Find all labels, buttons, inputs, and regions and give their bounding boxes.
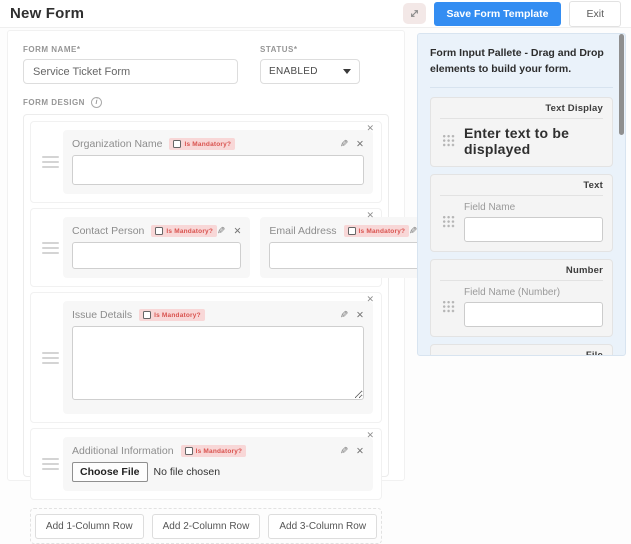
field-preview-input[interactable] (269, 242, 434, 269)
is-mandatory-checkbox[interactable]: Is Mandatory? (180, 445, 247, 457)
drag-handle-icon[interactable] (37, 241, 63, 254)
field-label: Additional Information (72, 445, 174, 457)
save-form-template-button[interactable]: Save Form Template (433, 1, 562, 26)
palette-preview-input[interactable] (464, 301, 603, 327)
add-row-container: Add 1-Column Row Add 2-Column Row Add 3-… (30, 508, 382, 544)
header-actions: Save Form Template Exit (402, 0, 621, 27)
exit-button[interactable]: Exit (569, 0, 621, 27)
design-row-organization-name: ✕ Organization Name Is Mandatory? ✎ ✕ (30, 121, 382, 203)
info-icon[interactable]: i (90, 97, 102, 108)
choose-file-button[interactable]: Choose File (72, 462, 148, 482)
chevron-down-icon (343, 69, 351, 74)
edit-field-icon[interactable]: ✎ (340, 139, 348, 150)
status-select[interactable]: ENABLED (260, 59, 360, 84)
field-block: Email Address Is Mandatory? ✎ ✕ (260, 217, 443, 278)
is-mandatory-checkbox[interactable]: Is Mandatory? (343, 225, 410, 237)
is-mandatory-checkbox[interactable]: Is Mandatory? (151, 225, 218, 237)
checkbox-icon (173, 140, 182, 148)
field-label: Email Address (269, 225, 337, 237)
remove-row-icon[interactable]: ✕ (366, 429, 374, 441)
field-preview-input[interactable] (72, 155, 364, 185)
drag-handle-icon[interactable] (37, 351, 63, 364)
checkbox-icon (143, 311, 152, 319)
form-design-header: FORM DESIGN i (23, 97, 389, 108)
palette-item-number[interactable]: Number Field Name (Number) (430, 258, 613, 337)
palette-item-text[interactable]: Text Field Name (430, 173, 613, 252)
palette-item-tag: File (585, 349, 603, 356)
add-2-column-row-button[interactable]: Add 2-Column Row (151, 513, 261, 539)
diagonal-resize-icon (410, 10, 418, 17)
text-display-preview: Enter text to be displayed (464, 124, 570, 157)
drag-handle-icon[interactable] (37, 458, 63, 470)
remove-field-icon[interactable]: ✕ (233, 226, 241, 237)
header: New Form Save Form Template Exit (0, 0, 631, 28)
field-block: Additional Information Is Mandatory? ✎ ✕… (63, 437, 373, 491)
palette-header: Form Input Pallete - Drag and Drop eleme… (430, 47, 604, 76)
remove-row-icon[interactable]: ✕ (366, 293, 374, 305)
edit-field-icon[interactable]: ✎ (217, 226, 225, 237)
field-preview-input[interactable] (72, 242, 242, 269)
remove-field-icon[interactable]: ✕ (356, 310, 364, 321)
palette-item-tag: Text Display (545, 102, 603, 114)
design-row-contact-email: ✕ Contact Person Is Mandatory? ✎ ✕ Email… (30, 208, 443, 287)
form-design-label: FORM DESIGN (23, 98, 85, 107)
remove-row-icon[interactable]: ✕ (366, 122, 374, 134)
form-name-input[interactable] (23, 59, 238, 84)
field-block: Issue Details Is Mandatory? ✎ ✕ (63, 301, 373, 414)
page-title: New Form (10, 5, 85, 22)
drag-handle-icon[interactable] (37, 156, 63, 168)
drag-dots-icon[interactable] (442, 215, 455, 229)
checkbox-icon (155, 227, 164, 235)
form-editor-panel: FORM NAME* STATUS* ENABLED FORM DESIGN i… (7, 30, 443, 544)
edit-field-icon[interactable]: ✎ (340, 446, 348, 457)
form-design-area: ✕ Organization Name Is Mandatory? ✎ ✕ ✕ (23, 114, 443, 544)
checkbox-icon (347, 227, 356, 235)
expand-button[interactable] (402, 3, 426, 24)
status-group: STATUS* ENABLED (260, 45, 360, 84)
palette-item-text-display[interactable]: Text Display Enter text to be displayed (430, 96, 613, 167)
field-preview-textarea[interactable] (72, 326, 364, 400)
add-1-column-row-button[interactable]: Add 1-Column Row (34, 513, 144, 539)
palette-field-label: Field Name (Number) (464, 286, 561, 298)
field-block: Contact Person Is Mandatory? ✎ ✕ (63, 217, 251, 278)
palette-scrollbar[interactable] (619, 34, 624, 135)
drag-dots-icon[interactable] (442, 300, 455, 314)
palette-preview-input[interactable] (464, 216, 603, 242)
file-status-text: No file chosen (153, 466, 221, 478)
palette-divider (430, 86, 613, 88)
status-selected-value: ENABLED (269, 66, 318, 77)
status-label: STATUS* (260, 45, 298, 54)
form-input-palette: Form Input Pallete - Drag and Drop eleme… (417, 33, 626, 356)
drag-dots-icon[interactable] (442, 134, 455, 148)
field-label: Contact Person (72, 225, 145, 237)
is-mandatory-checkbox[interactable]: Is Mandatory? (169, 138, 236, 150)
palette-item-tag: Text (583, 179, 603, 191)
edit-field-icon[interactable]: ✎ (340, 310, 348, 321)
field-block: Organization Name Is Mandatory? ✎ ✕ (63, 130, 373, 194)
form-name-label: FORM NAME* (23, 45, 81, 54)
remove-row-icon[interactable]: ✕ (366, 209, 374, 221)
form-meta-row: FORM NAME* STATUS* ENABLED (23, 45, 389, 84)
field-label: Issue Details (72, 309, 133, 321)
remove-field-icon[interactable]: ✕ (356, 139, 364, 150)
palette-field-label: Field Name (464, 201, 516, 213)
form-name-group: FORM NAME* (23, 45, 238, 84)
field-label: Organization Name (72, 138, 163, 150)
design-row-additional-information: ✕ Additional Information Is Mandatory? ✎… (30, 428, 382, 500)
design-row-issue-details: ✕ Issue Details Is Mandatory? ✎ ✕ (30, 292, 382, 423)
palette-item-file[interactable]: File Field Name Choose File No file chos… (430, 343, 613, 356)
checkbox-icon (184, 447, 193, 455)
remove-field-icon[interactable]: ✕ (356, 446, 364, 457)
is-mandatory-checkbox[interactable]: Is Mandatory? (139, 309, 205, 321)
palette-item-tag: Number (565, 264, 603, 276)
add-3-column-row-button[interactable]: Add 3-Column Row (268, 513, 378, 539)
